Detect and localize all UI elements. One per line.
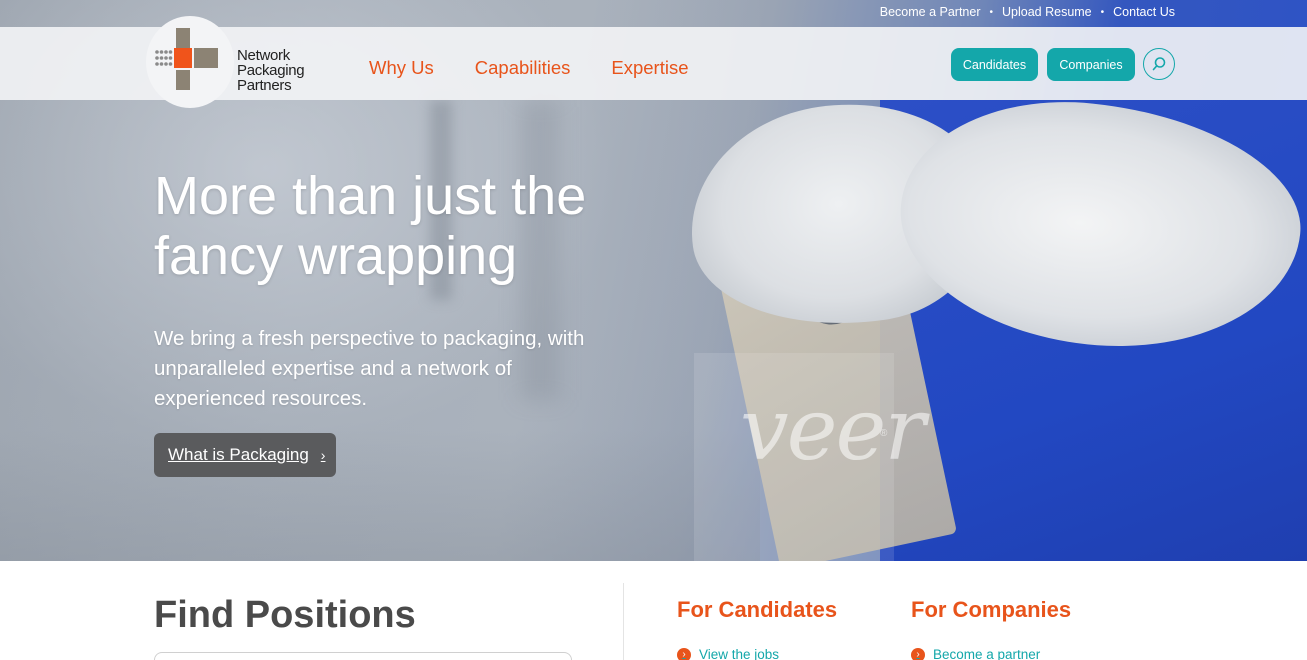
logo-mark-icon[interactable] [154,26,220,92]
utility-nav: Become a Partner • Upload Resume • Conta… [880,5,1175,19]
become-partner-label: Become a partner [933,647,1041,660]
utility-link-contact-us[interactable]: Contact Us [1113,5,1175,19]
find-positions-title: Find Positions [154,594,416,636]
logo-line-2: Packaging [237,62,305,79]
nav-item-capabilities[interactable]: Capabilities [475,57,571,79]
candidates-button[interactable]: Candidates [951,48,1038,81]
for-candidates-title: For Candidates [677,597,838,622]
watermark-text: veer [740,380,925,480]
what-is-packaging-label: What is Packaging [168,445,309,464]
utility-separator: • [989,6,993,18]
search-button[interactable] [1143,48,1175,80]
companies-button[interactable]: Companies [1047,48,1135,81]
become-partner-link[interactable]: › Become a partner [911,647,1040,660]
nav-item-expertise[interactable]: Expertise [611,57,688,79]
hero-background-floor [0,430,760,561]
nav-item-why-us[interactable]: Why Us [369,57,434,79]
utility-link-upload-resume[interactable]: Upload Resume [1002,5,1092,19]
section-divider [623,583,624,660]
logo-line-3: Partners [237,77,292,94]
for-companies-title: For Companies [911,597,1072,622]
arrow-right-icon: › [677,647,691,660]
hero-title: More than just the fancy wrapping [154,166,587,286]
main-nav: Why Us Capabilities Expertise [369,57,730,79]
logo-line-1: Network [237,47,290,64]
utility-separator: • [1100,6,1105,18]
search-icon [1152,57,1166,71]
arrow-right-icon: › [911,647,925,660]
watermark-registered-mark: ® [880,428,888,439]
chevron-right-icon: › [320,447,326,463]
logo-wordmark[interactable]: Network Packaging Partners [237,47,305,94]
hero-subtitle: We bring a fresh perspective to packagin… [154,327,585,410]
view-jobs-label: View the jobs [699,647,780,660]
find-positions-input[interactable] [154,652,572,660]
utility-link-become-partner[interactable]: Become a Partner [880,5,981,19]
what-is-packaging-button[interactable]: What is Packaging › [154,433,336,477]
view-jobs-link[interactable]: › View the jobs [677,647,779,660]
